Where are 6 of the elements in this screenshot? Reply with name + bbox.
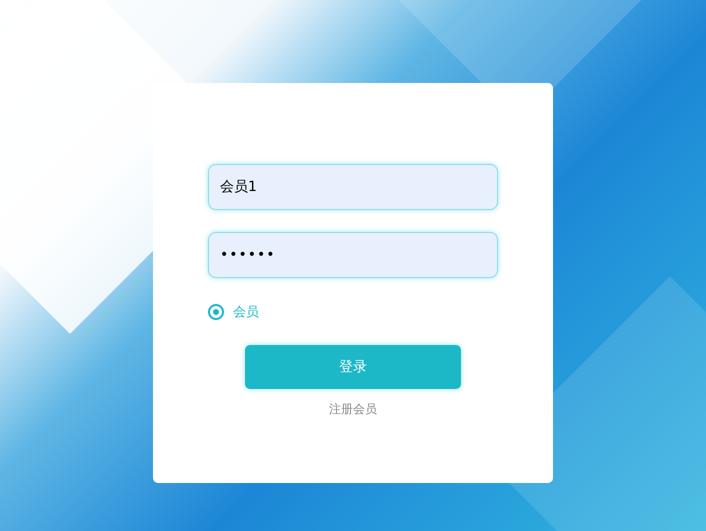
login-button[interactable]: 登录 — [245, 345, 461, 389]
role-radio[interactable]: 会员 — [208, 303, 259, 321]
role-label: 会员 — [233, 304, 259, 321]
username-field[interactable]: 会员1 — [208, 164, 498, 210]
password-field[interactable]: •••••• — [208, 232, 498, 278]
register-link[interactable]: 注册会员 — [329, 401, 377, 418]
